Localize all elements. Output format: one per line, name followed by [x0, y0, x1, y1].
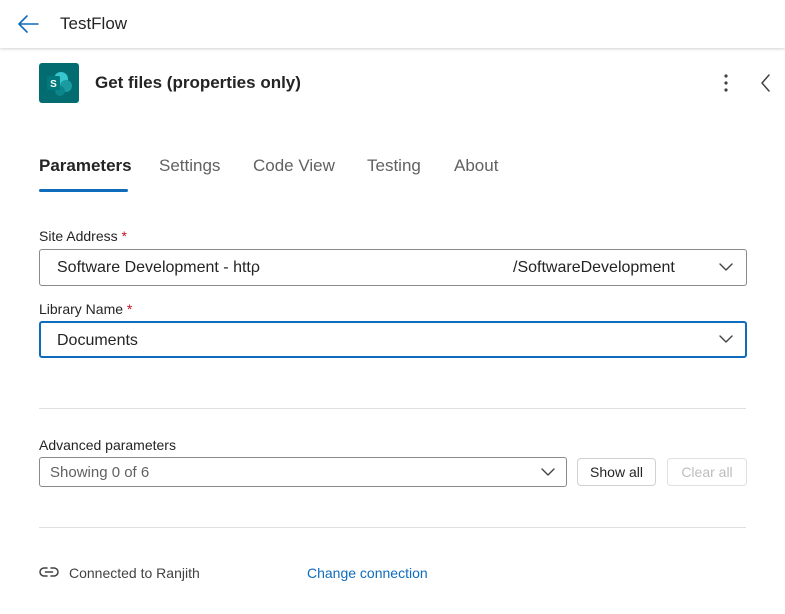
divider: [39, 408, 746, 409]
tab-settings[interactable]: Settings: [159, 156, 220, 176]
top-bar: TestFlow: [0, 0, 785, 48]
tab-code-view[interactable]: Code View: [253, 156, 335, 176]
advanced-parameters-dropdown[interactable]: Showing 0 of 6: [39, 457, 567, 487]
required-mark: *: [121, 228, 127, 244]
connection-status: Connected to Ranjith: [69, 565, 200, 581]
site-address-value-path: /SoftwareDevelopment: [513, 259, 675, 276]
chevron-down-icon: [541, 468, 555, 476]
site-address-label-text: Site Address: [39, 228, 118, 244]
svg-text:S: S: [50, 79, 57, 90]
clear-all-button[interactable]: Clear all: [667, 458, 747, 486]
tab-about[interactable]: About: [454, 156, 498, 176]
site-address-value: Software Development - httρ: [57, 259, 260, 276]
advanced-parameters-summary: Showing 0 of 6: [50, 464, 150, 481]
library-name-label: Library Name *: [39, 301, 132, 317]
chevron-down-icon: [719, 335, 733, 343]
library-name-dropdown[interactable]: Documents: [39, 321, 747, 358]
required-mark: *: [126, 301, 133, 317]
link-icon: [38, 564, 60, 580]
arrow-left-icon[interactable]: [14, 10, 42, 38]
active-tab-indicator: [39, 189, 128, 192]
chevron-down-icon: [719, 263, 733, 271]
change-connection-link[interactable]: Change connection: [307, 565, 428, 581]
chevron-left-icon[interactable]: [757, 72, 775, 94]
site-address-dropdown[interactable]: Software Development - httρ /SoftwareDev…: [39, 249, 747, 286]
flow-title: TestFlow: [60, 14, 128, 33]
more-vertical-icon[interactable]: [716, 72, 736, 94]
action-title: Get files (properties only): [95, 73, 301, 92]
site-address-label: Site Address *: [39, 228, 127, 244]
library-name-label-text: Library Name: [39, 301, 124, 317]
divider: [39, 527, 746, 528]
sharepoint-icon: S: [39, 63, 79, 103]
tab-testing[interactable]: Testing: [367, 156, 421, 176]
tab-parameters[interactable]: Parameters: [39, 156, 132, 176]
show-all-button[interactable]: Show all: [577, 458, 656, 486]
library-name-value: Documents: [57, 332, 138, 349]
advanced-parameters-label: Advanced parameters: [39, 437, 176, 453]
